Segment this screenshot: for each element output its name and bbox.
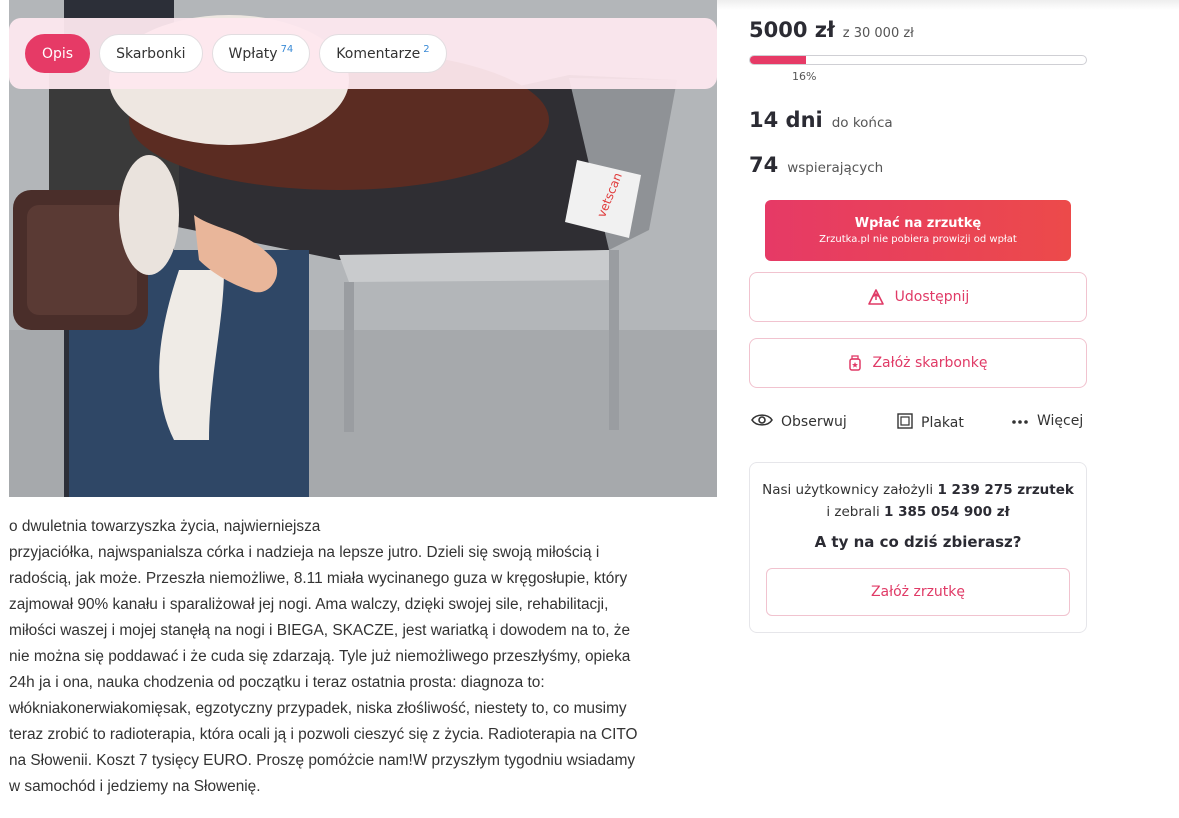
- tab-label: Komentarze: [336, 45, 421, 62]
- progress-bar: [749, 55, 1087, 65]
- supporters-count: 74 wspierających: [749, 153, 883, 177]
- progress-percent: 16%: [792, 70, 817, 83]
- supporters-label: wspierających: [787, 160, 884, 176]
- description-line: w samochód i jedziemy na Słowenię.: [9, 778, 261, 795]
- share-icon: [867, 288, 885, 306]
- description-line: radością, jak może. Przeszła niemożliwe,…: [9, 570, 628, 587]
- tab-label: Wpłaty: [228, 45, 278, 62]
- progress-bar-fill: [750, 56, 806, 64]
- amount-raised: 5000 zł: [749, 18, 835, 42]
- tab-label: Opis: [42, 45, 74, 62]
- campaign-description: o dwuletnia towarzyszka życia, najwierni…: [9, 514, 709, 800]
- days-left-label: do końca: [831, 115, 893, 131]
- days-left: 14 dni do końca: [749, 108, 893, 132]
- donate-button-label: Wpłać na zrzutkę: [854, 216, 982, 231]
- amount-raised-row: 5000 zł z 30 000 zł: [749, 18, 914, 42]
- promo-line-1: Nasi użytkownicy założyli 1 239 275 zrzu…: [750, 482, 1086, 498]
- tab-payments[interactable]: Wpłaty 74: [211, 34, 311, 73]
- create-fundraiser-button[interactable]: Załóż zrzutkę: [766, 568, 1070, 616]
- share-button[interactable]: Udostępnij: [749, 272, 1087, 322]
- description-line: na Słowenii. Koszt 7 tysięcy EURO. Prosz…: [9, 752, 636, 769]
- description-line: włókniakonerwiakomięsak, egzotyczny przy…: [9, 700, 627, 717]
- poster-icon: [897, 413, 913, 433]
- more-dots-icon: [1011, 413, 1029, 429]
- tab-count-badge: 74: [280, 44, 294, 55]
- description-line: 24h ja i ona, nauka chodzenia od początk…: [9, 674, 545, 691]
- sidebar-top-shadow: [717, 0, 1179, 10]
- description-line: przyjaciółka, najwspanialsza córka i nad…: [9, 544, 600, 561]
- poster-button[interactable]: Plakat: [897, 413, 964, 433]
- promo-text: i zebrali: [826, 504, 880, 520]
- share-button-label: Udostępnij: [894, 289, 970, 305]
- promo-question: A ty na co dziś zbierasz?: [814, 533, 1022, 551]
- promo-sum: 1 385 054 900 zł: [884, 504, 1010, 520]
- tab-comments[interactable]: Komentarze 2: [319, 34, 447, 73]
- tab-description[interactable]: Opis: [25, 34, 91, 73]
- donate-button[interactable]: Wpłać na zrzutkę Zrzutka.pl nie pobiera …: [765, 200, 1071, 261]
- promo-line-2: i zebrali 1 385 054 900 zł: [750, 504, 1086, 520]
- follow-button[interactable]: Obserwuj: [751, 413, 847, 431]
- create-piggybank-label: Załóż skarbonkę: [872, 355, 988, 371]
- follow-label: Obserwuj: [781, 414, 847, 430]
- tab-piggybanks[interactable]: Skarbonki: [99, 34, 203, 73]
- more-button[interactable]: Więcej: [1011, 413, 1083, 429]
- secondary-actions: Obserwuj Plakat Więcej: [749, 413, 1087, 437]
- description-line: o dwuletnia towarzyszka życia, najwierni…: [9, 518, 321, 535]
- tab-count-badge: 2: [423, 44, 430, 55]
- eye-icon: [751, 413, 773, 431]
- days-left-value: 14 dni: [749, 108, 823, 132]
- create-piggybank-button[interactable]: Załóż skarbonkę: [749, 338, 1087, 388]
- supporters-value: 74: [749, 153, 779, 177]
- promo-text: Nasi użytkownicy założyli: [762, 482, 934, 498]
- promo-count: 1 239 275 zrzutek: [937, 482, 1074, 498]
- description-line: teraz zrobić to radioterapia, która ocal…: [9, 726, 638, 743]
- tab-bar: Opis Skarbonki Wpłaty 74 Komentarze 2: [9, 18, 717, 89]
- tab-label: Skarbonki: [116, 45, 186, 62]
- description-line: zajmował 90% kanału i sparaliżował jej n…: [9, 596, 609, 613]
- create-fundraiser-label: Załóż zrzutkę: [870, 584, 966, 600]
- description-line: miłości waszej i mojej stanęłą na nogi i…: [9, 622, 631, 639]
- amount-goal: z 30 000 zł: [842, 26, 914, 41]
- platform-promo-box: Nasi użytkownicy założyli 1 239 275 zrzu…: [749, 462, 1087, 633]
- more-label: Więcej: [1037, 413, 1084, 429]
- poster-label: Plakat: [921, 415, 964, 431]
- piggybank-icon: [848, 355, 862, 371]
- donate-button-sublabel: Zrzutka.pl nie pobiera prowizji od wpłat: [819, 234, 1017, 245]
- description-line: nie można się poddawać i że cuda się zda…: [9, 648, 631, 665]
